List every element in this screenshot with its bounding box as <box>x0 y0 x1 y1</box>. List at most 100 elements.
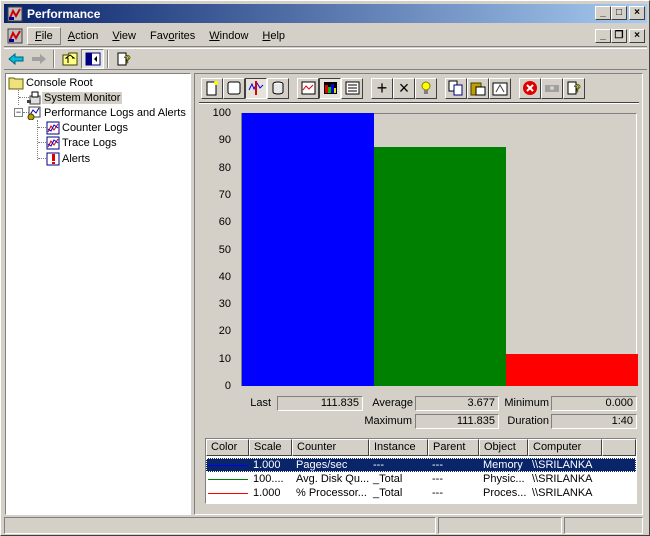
mdi-minimize-button[interactable]: _ <box>595 29 611 43</box>
menu-help-label: Help <box>262 29 286 42</box>
view-current-activity-button[interactable] <box>245 77 267 99</box>
maximize-button[interactable]: □ <box>611 6 627 20</box>
window-title: Performance <box>27 6 101 21</box>
update-data-button[interactable] <box>541 77 563 99</box>
tree-item-label: Performance Logs and Alerts <box>44 106 186 119</box>
up-one-level-button[interactable] <box>58 49 81 69</box>
tree-item-counter-logs[interactable]: Counter Logs <box>46 120 130 135</box>
help-icon: ? <box>117 52 131 66</box>
menu-favorites[interactable]: Favorites <box>143 28 202 44</box>
svg-text:?: ? <box>574 83 581 95</box>
legend-cell-computer: \\SRILANKA <box>532 459 593 471</box>
menu-favorites-label: Favorites <box>150 29 196 42</box>
menu-action[interactable]: Action <box>61 28 106 44</box>
copy-properties-button[interactable] <box>445 77 467 99</box>
delete-counter-button[interactable]: × <box>393 77 415 99</box>
mdi-close-button[interactable]: × <box>629 29 645 43</box>
title-bar[interactable]: Performance _ □ × <box>4 4 647 23</box>
tree-item-performance-logs-and-alerts[interactable]: Performance Logs and Alerts <box>26 105 188 120</box>
menu-view[interactable]: View <box>105 28 143 44</box>
minus-icon: − <box>15 107 22 117</box>
histogram-bar[interactable] <box>374 147 506 386</box>
close-icon: × <box>634 7 640 18</box>
legend-cell-parent: --- <box>432 473 443 485</box>
view-report-button[interactable] <box>341 77 363 99</box>
menu-help[interactable]: Help <box>255 28 292 44</box>
performance-app-icon <box>7 6 23 21</box>
mdi-restore-button[interactable]: ❐ <box>611 29 627 43</box>
collapse-toggle[interactable]: − <box>14 108 23 117</box>
add-counter-button[interactable]: + <box>371 77 393 99</box>
tree-item-label: Console Root <box>26 76 93 89</box>
histogram-bar[interactable] <box>506 354 638 386</box>
performance-window: Performance _ □ × File Action View Favor… <box>0 0 650 536</box>
freeze-display-button[interactable] <box>519 77 541 99</box>
tree-item-console-root[interactable]: Console Root <box>8 75 95 90</box>
menu-file[interactable]: File <box>27 26 61 45</box>
view-log-data-button[interactable] <box>267 77 289 99</box>
help-button[interactable]: ? <box>563 77 585 99</box>
column-header-parent[interactable]: Parent <box>428 439 479 456</box>
legend-row[interactable]: 1.000 Pages/sec --- --- Memory \\SRILANKA <box>206 458 636 472</box>
legend-cell-object: Memory <box>483 459 523 471</box>
back-button[interactable] <box>4 49 27 69</box>
tree-item-trace-logs[interactable]: Trace Logs <box>46 135 119 150</box>
legend-color-swatch <box>206 459 249 471</box>
forward-icon <box>31 54 46 64</box>
show-hide-tree-button[interactable] <box>81 49 104 69</box>
view-graph-button[interactable] <box>297 77 319 99</box>
mmc-document-icon[interactable] <box>7 28 23 44</box>
view-histogram-icon <box>323 82 337 94</box>
legend-cell-parent: --- <box>432 459 443 471</box>
minimize-button[interactable]: _ <box>595 6 611 20</box>
value-bar: Last 111.835 Average 3.677 Minimum 0.000… <box>195 394 644 434</box>
column-header-instance[interactable]: Instance <box>369 439 428 456</box>
view-log-data-icon <box>272 81 284 95</box>
duration-label: Duration <box>507 415 549 427</box>
legend-cell-scale: 1.000 <box>253 487 281 499</box>
up-folder-icon <box>62 52 77 66</box>
tree-item-alerts[interactable]: Alerts <box>46 151 92 166</box>
column-header-counter[interactable]: Counter <box>292 439 369 456</box>
clear-display-button[interactable] <box>223 77 245 99</box>
help-button[interactable]: ? <box>112 49 135 69</box>
menu-view-label: View <box>112 29 136 42</box>
status-pane <box>438 517 562 534</box>
histogram-chart: 100 90 80 70 60 50 40 30 20 10 0 <box>195 104 644 434</box>
column-header-object[interactable]: Object <box>479 439 528 456</box>
y-tick-label: 10 <box>218 352 231 365</box>
close-button[interactable]: × <box>629 6 645 20</box>
status-pane <box>4 517 436 534</box>
tree-item-label: Counter Logs <box>62 121 129 134</box>
svg-text:?: ? <box>124 54 131 66</box>
legend-cell-object: Proces... <box>483 487 527 499</box>
column-header-scale[interactable]: Scale <box>249 439 292 456</box>
maximum-label: Maximum <box>364 415 412 427</box>
tree-item-system-monitor[interactable]: System Monitor <box>26 90 123 105</box>
new-counter-set-button[interactable] <box>201 77 223 99</box>
close-icon: × <box>634 30 640 41</box>
color-line <box>208 478 248 480</box>
view-graph-icon <box>301 81 315 95</box>
forward-button[interactable] <box>27 49 50 69</box>
properties-button[interactable] <box>489 77 511 99</box>
legend-cell-instance: _Total <box>373 473 403 485</box>
last-value: 111.835 <box>277 396 363 411</box>
tree-item-label: System Monitor <box>42 91 123 104</box>
freeze-display-icon <box>523 81 537 95</box>
view-histogram-button[interactable] <box>319 77 341 99</box>
legend-cell-object: Physic... <box>483 473 525 485</box>
histogram-bar[interactable] <box>242 113 374 386</box>
y-tick-label: 70 <box>218 188 231 201</box>
legend-row[interactable]: 100.... Avg. Disk Qu... _Total --- Physic...… <box>206 472 636 486</box>
highlight-icon <box>421 81 431 94</box>
menu-window[interactable]: Window <box>202 28 255 44</box>
tree-connector <box>37 120 38 160</box>
y-tick-label: 0 <box>224 380 231 392</box>
column-header-color[interactable]: Color <box>206 439 249 456</box>
legend-row[interactable]: 1.000 % Processor... _Total --- Proces... \\S… <box>206 486 636 500</box>
paste-counter-list-button[interactable] <box>467 77 489 99</box>
highlight-button[interactable] <box>415 77 437 99</box>
column-header-computer[interactable]: Computer <box>528 439 602 456</box>
toolbar-separator <box>107 50 109 68</box>
